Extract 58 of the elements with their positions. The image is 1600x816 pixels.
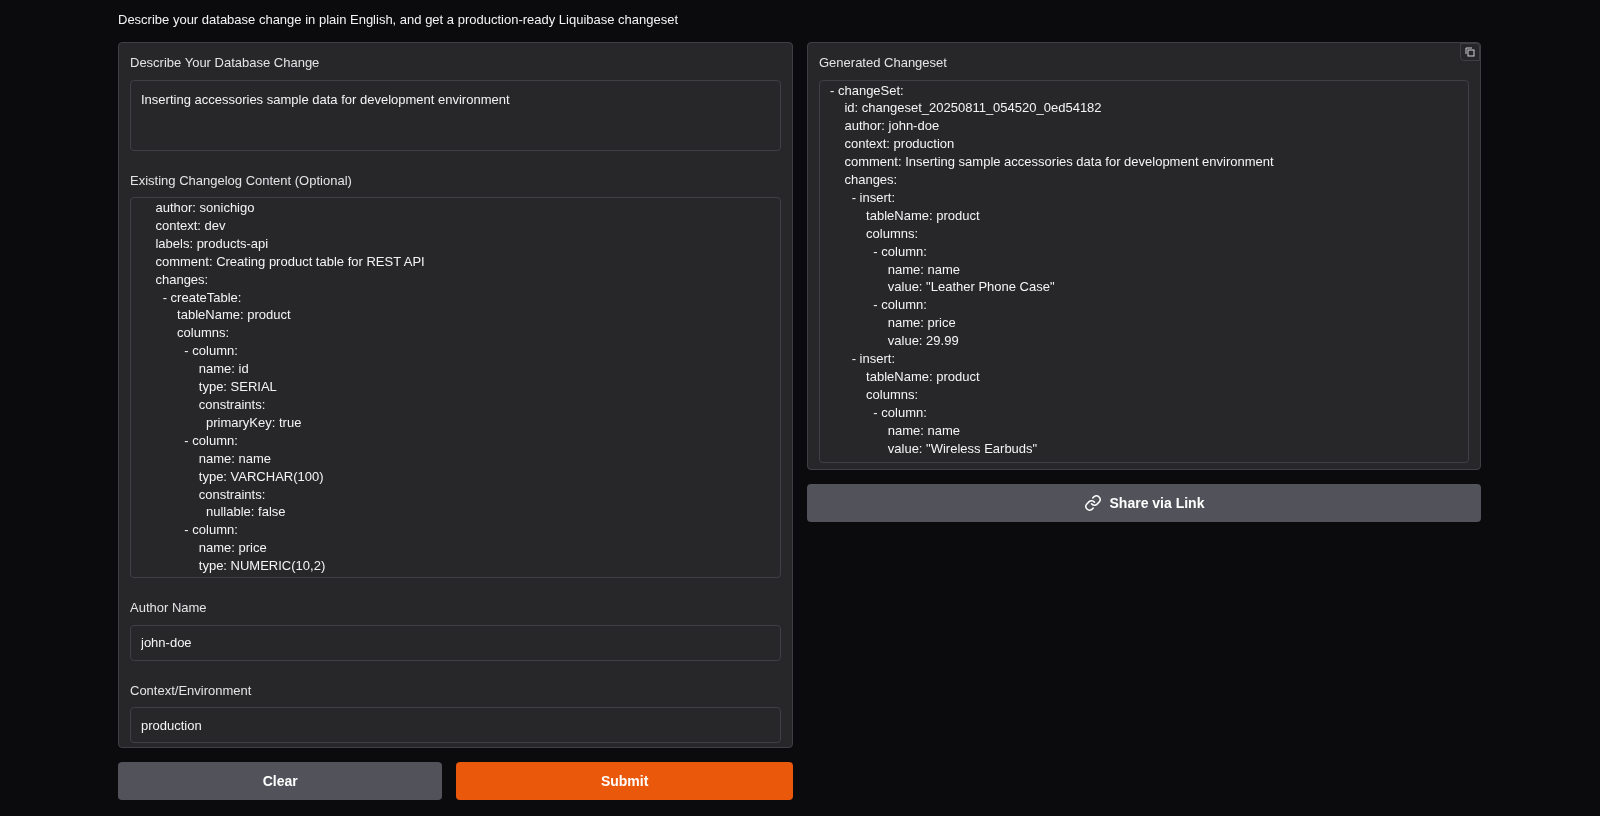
code-line: labels: products-api (154, 234, 269, 253)
code-line: - column: (183, 521, 238, 540)
context-field[interactable]: production (130, 707, 781, 743)
code-line: - column: (872, 296, 927, 315)
code-line: tableName: product (865, 368, 980, 386)
submit-button[interactable]: Submit (456, 762, 793, 800)
code-line: constraints: (197, 395, 266, 414)
code-line: - insert: (850, 350, 895, 368)
code-line: value: "Wireless Earbuds" (886, 439, 1038, 458)
field-label: Author Name (130, 599, 208, 617)
field-label: Existing Changelog Content (Optional) (130, 171, 353, 190)
copy-icon (1465, 47, 1475, 57)
code-line: columns: (176, 324, 230, 343)
code-line: - column: (872, 403, 927, 422)
code-line: value: 29.99 (886, 332, 959, 351)
page-subtitle: Describe your database change in plain English, and get a production-ready Liquibase changeset (118, 11, 680, 29)
output-label: Generated Changeset (819, 54, 948, 72)
description-field[interactable]: Inserting accessories sample data for development environment (130, 79, 781, 151)
code-line: constraints: (197, 485, 266, 504)
code-line: type: SERIAL (197, 378, 277, 396)
code-line: nullable: false (205, 503, 286, 522)
code-line: name: id (197, 360, 249, 379)
code-line: tableName: product (865, 206, 980, 225)
code-line: changes: (154, 270, 209, 289)
changelog-field[interactable] (130, 197, 781, 578)
code-line: type: NUMERIC(10,2) (197, 557, 326, 576)
code-line: - insert: (850, 188, 895, 207)
code-line: name: name (886, 421, 961, 440)
code-line: context: dev (154, 216, 226, 235)
field-label: Describe Your Database Change (130, 54, 321, 72)
code-line: value: "Leather Phone Case" (886, 278, 1055, 297)
code-line: primaryKey: true (205, 413, 302, 432)
code-line: name: name (886, 260, 961, 279)
code-line: - createTable: (161, 288, 242, 307)
code-line: tableName: product (176, 306, 291, 325)
author-field[interactable]: john-doe (130, 624, 781, 661)
code-line: comment: Inserting sample accessories data for development environment (843, 153, 1274, 172)
code-line: - column: (872, 242, 927, 261)
share-button[interactable]: Share via Link (807, 484, 1481, 522)
code-line: - changeSet: (830, 81, 904, 100)
code-line: changes: (843, 171, 898, 189)
code-line: name: price (886, 314, 956, 333)
code-line: comment: Creating product table for REST API (154, 252, 425, 271)
link-icon (1083, 494, 1102, 512)
code-line: name: name (197, 449, 272, 468)
code-line: name: price (197, 539, 267, 558)
code-line: - column: (183, 431, 238, 450)
copy-button[interactable] (1460, 43, 1480, 61)
code-line: - column: (183, 342, 238, 361)
code-line: id: changeset_20250811_054520_0ed54182 (843, 99, 1102, 118)
code-line: author: sonichigo (154, 199, 255, 217)
code-line: type: VARCHAR(100) (197, 467, 324, 486)
code-line: columns: (865, 385, 919, 404)
field-label: Context/Environment (130, 681, 253, 700)
code-line: author: john-doe (843, 117, 940, 136)
clear-button[interactable]: Clear (118, 762, 443, 800)
code-line: columns: (865, 224, 919, 243)
code-line: context: production (843, 135, 955, 154)
